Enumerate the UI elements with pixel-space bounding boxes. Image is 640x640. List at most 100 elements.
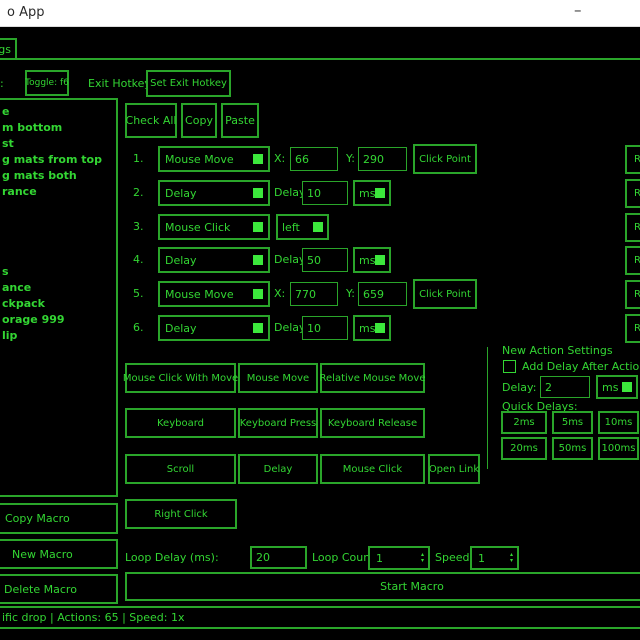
unit-dropdown[interactable]: ms [353, 247, 391, 273]
mouse-button-dropdown[interactable]: left [276, 214, 329, 240]
check-all-button[interactable]: Check All [125, 103, 177, 138]
unit-value: ms [359, 187, 375, 200]
add-mouse-move-button[interactable]: Mouse Move [238, 363, 318, 393]
add-open-link-button[interactable]: Open Link [428, 454, 480, 484]
delay-input[interactable] [302, 248, 348, 272]
action-type-dropdown[interactable]: Delay [158, 315, 270, 341]
action-row: 5. Mouse Move X: Y: Click Point R [0, 281, 640, 311]
speed-label: Speed: [435, 551, 473, 564]
loop-count-stepper[interactable]: 1 ▴ ▾ [368, 546, 430, 570]
action-type-value: Mouse Move [165, 288, 234, 301]
macro-list-item[interactable]: m bottom [0, 120, 116, 136]
add-mouse-click-with-move-button[interactable]: Mouse Click With Move [125, 363, 236, 393]
quick-delay-20ms-button[interactable]: 20ms [501, 437, 547, 460]
x-input[interactable] [290, 282, 338, 306]
window-title: o App [7, 5, 44, 20]
add-keyboard-button[interactable]: Keyboard [125, 408, 236, 438]
add-keyboard-release-button[interactable]: Keyboard Release [320, 408, 425, 438]
start-macro-button[interactable]: Start Macro [125, 572, 640, 601]
delete-macro-button[interactable]: Delete Macro [0, 574, 118, 604]
copy-button[interactable]: Copy [181, 103, 217, 138]
quick-delay-2ms-button[interactable]: 2ms [501, 411, 547, 434]
toggle-hotkey-button[interactable]: Toggle: f6 [25, 70, 69, 96]
dropdown-indicator-icon [375, 188, 385, 198]
status-text: ific drop | Actions: 65 | Speed: 1x [0, 611, 184, 624]
unit-dropdown[interactable]: ms [353, 180, 391, 206]
x-input[interactable] [290, 147, 338, 171]
row-number: 2. [133, 186, 144, 199]
action-row: 1. Mouse Move X: Y: Click Point R [0, 146, 640, 176]
action-type-value: Mouse Move [165, 153, 234, 166]
paste-button[interactable]: Paste [221, 103, 259, 138]
dropdown-indicator-icon [253, 154, 263, 164]
remove-button[interactable]: R [625, 213, 640, 242]
add-mouse-click-button[interactable]: Mouse Click [320, 454, 425, 484]
loop-delay-label: Loop Delay (ms): [125, 551, 219, 564]
action-type-dropdown[interactable]: Mouse Move [158, 281, 270, 307]
copy-macro-button[interactable]: Copy Macro [0, 503, 118, 534]
statusbar: ific drop | Actions: 65 | Speed: 1x [0, 606, 640, 629]
dropdown-indicator-icon [253, 188, 263, 198]
remove-button[interactable]: R [625, 280, 640, 309]
exit-hotkey-label: Exit Hotkey: [88, 77, 154, 90]
tab-settings[interactable]: gs [0, 38, 17, 60]
unit-dropdown[interactable]: ms [353, 315, 391, 341]
delay-label: Delay [274, 186, 306, 199]
row-number: 4. [133, 253, 144, 266]
action-row: 3. Mouse Click left R [0, 214, 640, 244]
action-row: 4. Delay Delay ms R [0, 247, 640, 277]
action-row: 2. Delay Delay ms R [0, 180, 640, 210]
dropdown-indicator-icon [253, 255, 263, 265]
quick-delay-50ms-button[interactable]: 50ms [552, 437, 593, 460]
loop-delay-input[interactable] [250, 546, 307, 569]
quick-delay-10ms-button[interactable]: 10ms [598, 411, 639, 434]
add-relative-mouse-move-button[interactable]: Relative Mouse Move [320, 363, 425, 393]
dropdown-indicator-icon [253, 222, 263, 232]
delay-input[interactable] [302, 316, 348, 340]
row-number: 5. [133, 287, 144, 300]
add-scroll-button[interactable]: Scroll [125, 454, 236, 484]
spinner-down-icon[interactable]: ▾ [510, 558, 513, 564]
menubar-divider [0, 58, 640, 60]
x-label: X: [274, 287, 285, 300]
action-type-dropdown[interactable]: Mouse Click [158, 214, 270, 240]
action-rows-viewport[interactable]: 1. Mouse Move X: Y: Click Point R 2. Del… [0, 142, 640, 345]
y-input[interactable] [358, 282, 407, 306]
remove-button[interactable]: R [625, 246, 640, 275]
delay-input[interactable] [302, 181, 348, 205]
row-number: 3. [133, 220, 144, 233]
new-macro-button[interactable]: New Macro [0, 539, 118, 569]
new-action-unit-dropdown[interactable]: ms [596, 375, 638, 399]
add-keyboard-press-button[interactable]: Keyboard Press [238, 408, 318, 438]
remove-button[interactable]: R [625, 314, 640, 343]
action-type-dropdown[interactable]: Delay [158, 247, 270, 273]
remove-button[interactable]: R [625, 179, 640, 208]
click-point-button[interactable]: Click Point [413, 144, 477, 174]
speed-stepper[interactable]: 1 ▴ ▾ [470, 546, 519, 570]
new-action-delay-label: Delay: [502, 381, 536, 394]
dropdown-indicator-icon [313, 222, 323, 232]
unit-value: ms [602, 381, 618, 394]
row-number: 6. [133, 321, 144, 334]
action-type-dropdown[interactable]: Mouse Move [158, 146, 270, 172]
set-exit-hotkey-button[interactable]: Set Exit Hotkey [146, 70, 231, 97]
new-action-delay-input[interactable] [540, 376, 590, 398]
dropdown-indicator-icon [375, 323, 385, 333]
new-action-settings-divider [487, 347, 488, 469]
minimize-button[interactable]: – [574, 1, 582, 19]
add-delay-checkbox-label: Add Delay After Action [522, 360, 640, 373]
quick-delay-5ms-button[interactable]: 5ms [552, 411, 593, 434]
action-type-dropdown[interactable]: Delay [158, 180, 270, 206]
dropdown-indicator-icon [253, 289, 263, 299]
remove-button[interactable]: R [625, 145, 640, 174]
add-delay-button[interactable]: Delay [238, 454, 318, 484]
click-point-button[interactable]: Click Point [413, 279, 477, 309]
action-row: 6. Delay Delay ms R [0, 315, 640, 345]
titlebar: o App – [0, 0, 640, 27]
quick-delay-100ms-button[interactable]: 100ms [598, 437, 639, 460]
y-input[interactable] [358, 147, 407, 171]
macro-list-item[interactable]: e [0, 104, 116, 120]
add-right-click-button[interactable]: Right Click [125, 499, 237, 529]
spinner-down-icon[interactable]: ▾ [421, 558, 424, 564]
add-delay-checkbox[interactable] [503, 360, 516, 373]
